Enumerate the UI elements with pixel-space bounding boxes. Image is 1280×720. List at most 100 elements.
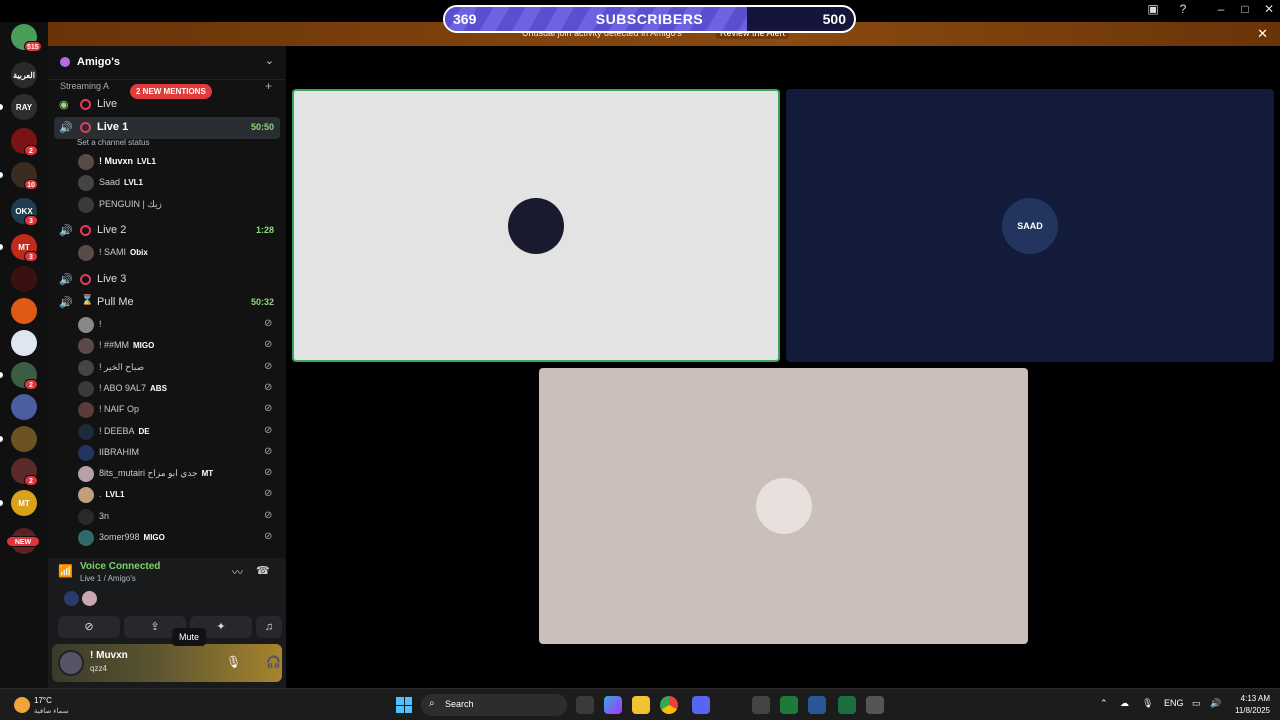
system-clock[interactable]: 4:13 AM 11/8/2025 <box>1235 693 1270 717</box>
taskbar-search[interactable]: ⌕ Search <box>421 694 567 716</box>
channel-live-3[interactable]: 🔊 Live 3 <box>54 269 280 291</box>
user-display-name[interactable]: ! Muvxn <box>90 650 128 661</box>
user-name: ! <box>99 319 102 329</box>
add-channel-icon[interactable]: + <box>265 79 272 93</box>
subscriber-goal: 500 <box>822 11 846 27</box>
server-icon-7[interactable] <box>11 266 37 292</box>
server-icon-11[interactable] <box>11 394 37 420</box>
voice-channel-link[interactable]: Live 1 / Amigo's <box>80 574 136 583</box>
user-role-tag: Obix <box>130 248 148 257</box>
channel-pull-me[interactable]: 🔊 ⌛ Pull Me 50:32 <box>54 292 280 314</box>
app-icon[interactable] <box>808 696 826 714</box>
server-header[interactable]: Amigo's ⌄ <box>48 46 286 80</box>
app-icon[interactable] <box>866 696 884 714</box>
category-streaming[interactable]: Streaming A + <box>60 79 272 93</box>
server-icon-9[interactable] <box>11 330 37 356</box>
language-indicator[interactable]: ENG <box>1164 698 1184 708</box>
start-button[interactable] <box>396 697 412 713</box>
unread-badge: 2 <box>24 145 38 156</box>
app-icon[interactable] <box>780 696 798 714</box>
weather-condition: سماء صافية <box>34 708 69 715</box>
unread-badge: 3 <box>24 215 38 226</box>
avatar[interactable] <box>82 591 97 606</box>
avatar <box>78 175 94 192</box>
voice-user[interactable]: PENGUIN | زيك <box>78 195 278 215</box>
user-name-text: 8its_mutairi جدي ابو مزاح <box>99 468 198 479</box>
voice-user[interactable]: ! NAIF Op ⊘ <box>78 400 278 420</box>
soundboard-button[interactable]: ♫ <box>256 616 282 638</box>
user-role-tag: MIGO <box>143 533 165 542</box>
server-icon-1[interactable]: العربية <box>11 62 37 88</box>
excel-icon[interactable] <box>838 696 856 714</box>
noise-suppression-icon[interactable]: 〰 <box>232 564 243 580</box>
user-role-tag: LVL1 <box>105 490 125 500</box>
voice-user[interactable]: ! ⊘ <box>78 315 278 335</box>
speaker-icon: 🔊 <box>59 297 73 309</box>
server-icon-14[interactable]: MT <box>11 490 37 516</box>
inbox-icon[interactable]: ▣ <box>1144 2 1162 16</box>
weather-widget[interactable]: 17°C سماء صافية <box>10 693 90 717</box>
voice-user[interactable]: 8its_mutairi جدي ابو مزاح MT ⊘ <box>78 464 278 484</box>
close-window-button[interactable]: ✕ <box>1260 2 1278 16</box>
file-explorer-icon[interactable] <box>632 696 650 714</box>
clock-date: 11/8/2025 <box>1235 706 1270 715</box>
user-name-text: Saad <box>99 177 121 188</box>
minimize-button[interactable]: – <box>1212 2 1230 16</box>
voice-user[interactable]: 3omer998 MIGO ⊘ <box>78 528 278 548</box>
user-role-tag: ABS <box>150 383 167 393</box>
close-banner-icon[interactable]: ✕ <box>1257 26 1268 42</box>
muted-icon: ⊘ <box>264 445 273 457</box>
hourglass-icon: ⌛ <box>81 295 94 306</box>
speaker-icon: 🔊 <box>59 274 73 286</box>
voice-user[interactable]: . LVL1 ⊘ <box>78 485 278 505</box>
channel-live-2[interactable]: 🔊 Live 2 1:28 <box>54 220 280 242</box>
volume-icon[interactable]: 🔊 <box>1210 698 1221 709</box>
task-view-icon[interactable] <box>576 696 594 714</box>
muted-icon: ⊘ <box>264 424 273 436</box>
unread-badge: 10 <box>24 179 38 190</box>
participant-tile[interactable] <box>292 89 780 362</box>
voice-status-title[interactable]: Voice Connected <box>80 561 160 572</box>
participant-tile[interactable] <box>539 368 1028 644</box>
server-icon-2[interactable]: RAY <box>11 94 37 120</box>
maximize-button[interactable]: □ <box>1236 2 1254 16</box>
chevron-up-icon[interactable]: ⌃ <box>1100 698 1108 709</box>
new-mentions-badge[interactable]: 2 NEW MENTIONS <box>130 84 212 99</box>
discord-icon[interactable] <box>692 696 710 714</box>
avatar[interactable] <box>58 650 84 676</box>
voice-user[interactable]: ! ABO 9AL7 ABS ⊘ <box>78 379 278 399</box>
voice-user[interactable]: Saad LVL1 <box>78 173 278 193</box>
copilot-icon[interactable] <box>604 696 622 714</box>
avatar <box>78 338 94 355</box>
cloud-icon[interactable]: ☁ <box>1120 698 1129 709</box>
participant-tile[interactable]: SAAD <box>786 89 1274 362</box>
user-name: 3n <box>99 511 109 521</box>
voice-user[interactable]: ! DEEBA DE ⊘ <box>78 422 278 442</box>
camera-off-button[interactable]: ⊘ <box>58 616 120 638</box>
voice-user[interactable]: ! Muvxn LVL1 <box>78 152 278 172</box>
voice-user[interactable]: 3n ⊘ <box>78 507 278 527</box>
muted-icon: ⊘ <box>264 403 273 415</box>
avatar[interactable] <box>64 591 79 606</box>
user-panel: ! Muvxn qzz4 🎙 🎧 ⚙ <box>52 644 315 682</box>
voice-user[interactable]: IIBRAHIM ⊘ <box>78 443 278 463</box>
unread-pip <box>0 500 3 506</box>
chevron-down-icon[interactable]: ⌄ <box>265 54 274 67</box>
help-icon[interactable]: ? <box>1174 2 1192 16</box>
server-icon-8[interactable] <box>11 298 37 324</box>
voice-user[interactable]: ! ##MM MIGO ⊘ <box>78 336 278 356</box>
server-icon-12[interactable] <box>11 426 37 452</box>
app-icon[interactable] <box>752 696 770 714</box>
microphone-tray-icon[interactable]: 🎙 <box>1142 698 1153 709</box>
chrome-icon[interactable] <box>660 696 678 714</box>
channel-status[interactable]: Set a channel status <box>77 138 150 147</box>
voice-user[interactable]: ! صباح الخير ⊘ <box>78 358 278 378</box>
headphones-icon[interactable]: 🎧 <box>266 655 281 669</box>
voice-user[interactable]: ! SAMI Obix <box>78 243 278 263</box>
disconnect-icon[interactable]: ☎ <box>256 564 270 577</box>
microphone-icon[interactable]: 🎙 <box>226 655 241 669</box>
signal-icon[interactable]: 📶 <box>58 564 73 578</box>
user-name-text: PENGUIN | زيك <box>99 198 162 209</box>
network-icon[interactable]: ▭ <box>1192 698 1201 709</box>
channel-live-1[interactable]: 🔊 Live 1 50:50 <box>54 117 280 139</box>
